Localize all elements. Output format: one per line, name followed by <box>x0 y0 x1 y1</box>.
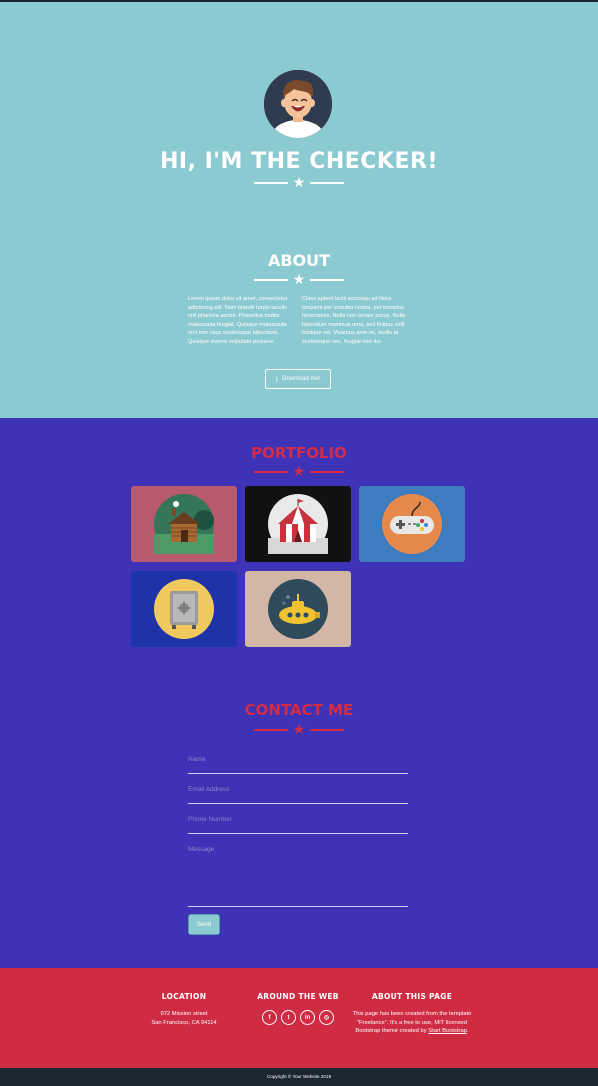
submarine-icon <box>268 579 328 639</box>
hero-divider: ★ <box>254 174 344 190</box>
portfolio-item-safe[interactable] <box>131 571 237 647</box>
gamepad-icon <box>382 494 442 554</box>
divider-line <box>254 182 288 184</box>
name-field-underline <box>188 773 408 774</box>
about-divider: ★ <box>254 271 344 287</box>
download-button[interactable]: ⤓ Download me! <box>265 369 331 389</box>
footer-web-title: AROUND THE WEB <box>257 992 339 1001</box>
about-text-right: Class aptent taciti sociosqu ad litora t… <box>302 296 406 345</box>
footer-about-title: ABOUT THIS PAGE <box>371 992 453 1001</box>
circus-tent-icon <box>268 494 328 554</box>
portfolio-divider: ★ <box>254 463 344 479</box>
message-field[interactable]: Message <box>188 846 214 853</box>
phone-field-underline <box>188 833 408 834</box>
star-icon: ★ <box>292 463 306 479</box>
footer-address-line2: San Francisco, CA 94114 <box>151 1019 217 1026</box>
star-icon: ★ <box>292 271 306 287</box>
send-button[interactable]: Send <box>188 914 220 935</box>
social-links: f t in ◎ <box>238 1010 358 1025</box>
divider-line <box>254 471 288 473</box>
star-icon: ★ <box>292 721 306 737</box>
divider-line <box>310 279 344 281</box>
email-field-underline <box>188 803 408 804</box>
email-field[interactable]: Email Address <box>188 786 230 793</box>
name-field[interactable]: Name <box>188 756 205 763</box>
divider-line <box>310 471 344 473</box>
avatar-illustration-icon <box>264 70 332 138</box>
footer-about-period: . <box>466 1028 469 1035</box>
twitter-icon[interactable]: t <box>281 1010 296 1025</box>
footer-around-web: AROUND THE WEB f t in ◎ <box>238 992 358 1025</box>
safe-icon <box>154 579 214 639</box>
footer-about-text: This page has been created from the temp… <box>352 1010 472 1036</box>
footer-address-line1: 972 Mission street <box>160 1011 208 1017</box>
avatar <box>264 70 332 138</box>
dribbble-icon[interactable]: ◎ <box>319 1010 334 1025</box>
portfolio-item-circus[interactable] <box>245 486 351 562</box>
divider-line <box>310 182 344 184</box>
copyright: Copyright © Your Website 2019 <box>0 1068 598 1086</box>
contact-title: CONTACT ME <box>244 701 354 719</box>
about-text-left: Lorem ipsum dolor sit amet, consectetur … <box>188 296 288 345</box>
divider-line <box>254 729 288 731</box>
footer-location: LOCATION 972 Mission street San Francisc… <box>124 992 244 1027</box>
portfolio-item-submarine[interactable] <box>245 571 351 647</box>
hero-title: HI, I'M THE CHECKER! <box>160 149 438 174</box>
contact-divider: ★ <box>254 721 344 737</box>
star-icon: ★ <box>292 174 306 190</box>
footer-location-title: LOCATION <box>161 992 207 1001</box>
phone-field[interactable]: Phone Number <box>188 816 232 823</box>
footer-about-page: ABOUT THIS PAGE This page has been creat… <box>352 992 472 1036</box>
message-field-underline <box>188 906 408 907</box>
start-bootstrap-link[interactable]: Start Bootstrap <box>428 1028 467 1034</box>
download-icon: ⤓ <box>275 375 279 382</box>
about-title: ABOUT <box>267 251 331 270</box>
facebook-icon[interactable]: f <box>262 1010 277 1025</box>
portfolio-title: PORTFOLIO <box>251 444 347 462</box>
cabin-icon <box>154 494 214 554</box>
portfolio-item-cabin[interactable] <box>131 486 237 562</box>
divider-line <box>310 729 344 731</box>
portfolio-item-gamepad[interactable] <box>359 486 465 562</box>
download-label: Download me! <box>282 376 321 382</box>
linkedin-icon[interactable]: in <box>300 1010 315 1025</box>
divider-line <box>254 279 288 281</box>
hero-section <box>0 2 598 418</box>
